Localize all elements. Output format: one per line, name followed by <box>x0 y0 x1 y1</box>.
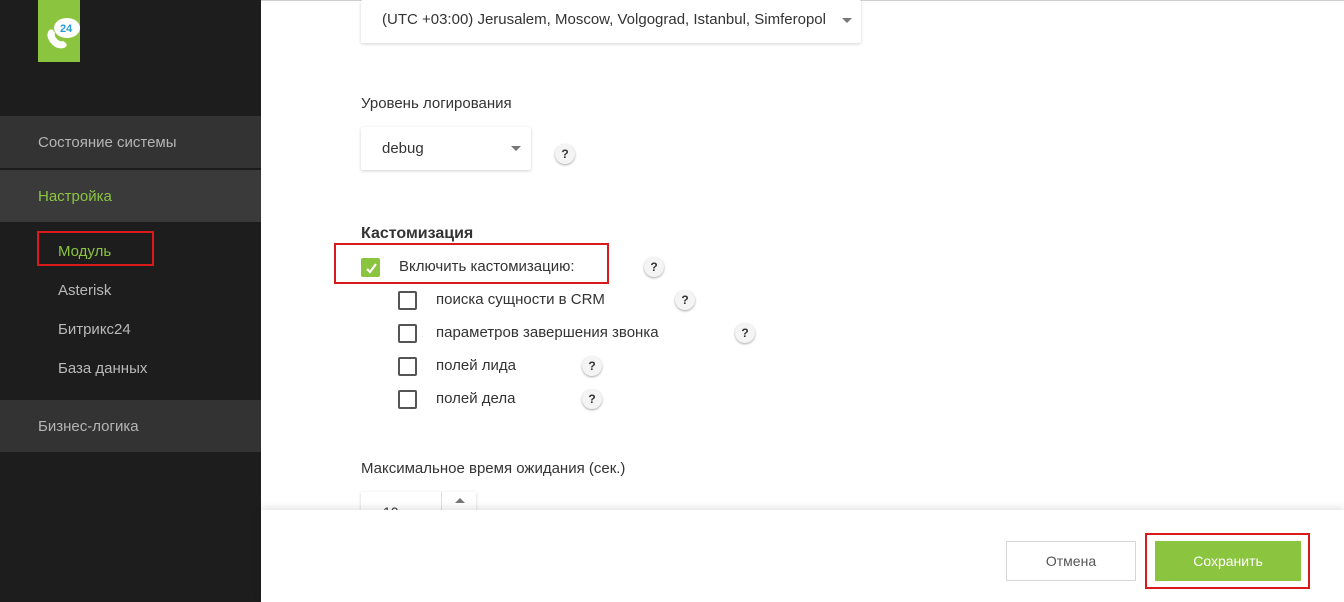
nav-settings[interactable]: Настройка <box>0 170 261 223</box>
call-end-params-label: параметров завершения звонка <box>436 324 659 341</box>
log-level-value: debug <box>382 140 424 157</box>
log-level-help-icon[interactable]: ? <box>555 144 575 164</box>
chevron-up-icon <box>455 498 465 503</box>
crm-entity-search-help-icon[interactable]: ? <box>675 290 695 310</box>
sidebar: 24 Состояние системы Настройка Модуль As… <box>0 0 261 602</box>
max-wait-input[interactable]: 10 <box>361 492 476 512</box>
max-wait-spinner[interactable] <box>441 492 476 512</box>
customization-highlight-box <box>334 243 609 284</box>
timezone-select[interactable]: (UTC +03:00) Jerusalem, Moscow, Volgogra… <box>361 0 861 43</box>
deal-fields-label: полей дела <box>436 390 516 407</box>
nav-sub-database[interactable]: База данных <box>58 360 147 377</box>
lead-fields-label: полей лида <box>436 357 517 374</box>
chevron-down-icon <box>842 18 852 23</box>
nav-sub-bitrix24[interactable]: Битрикс24 <box>58 321 131 338</box>
logo[interactable]: 24 <box>38 0 80 62</box>
nav-business-logic[interactable]: Бизнес-логика <box>0 400 261 453</box>
customization-title: Кастомизация <box>361 225 474 242</box>
lead-fields-help-icon[interactable]: ? <box>582 356 602 376</box>
enable-customization-help-icon[interactable]: ? <box>644 257 664 277</box>
crm-entity-search-label: поиска сущности в CRM <box>436 291 605 308</box>
max-wait-label: Максимальное время ожидания (сек.) <box>361 460 626 477</box>
module-highlight-box <box>37 231 154 266</box>
deal-fields-checkbox[interactable] <box>398 390 417 409</box>
deal-fields-help-icon[interactable]: ? <box>582 389 602 409</box>
cancel-button[interactable]: Отмена <box>1006 541 1136 581</box>
phone-chat-logo-icon: 24 <box>47 18 80 49</box>
call-end-params-checkbox[interactable] <box>398 324 417 343</box>
logo-badge: 24 <box>60 23 73 35</box>
lead-fields-checkbox[interactable] <box>398 357 417 376</box>
chevron-down-icon <box>511 146 521 151</box>
timezone-value: (UTC +03:00) Jerusalem, Moscow, Volgogra… <box>382 11 826 28</box>
nav-system-status[interactable]: Состояние системы <box>0 116 261 169</box>
crm-entity-search-checkbox[interactable] <box>398 291 417 310</box>
save-highlight-box <box>1145 533 1310 589</box>
log-level-select[interactable]: debug <box>361 127 531 170</box>
log-level-label: Уровень логирования <box>361 95 512 112</box>
nav-sub-asterisk[interactable]: Asterisk <box>58 282 111 299</box>
call-end-params-help-icon[interactable]: ? <box>735 323 755 343</box>
